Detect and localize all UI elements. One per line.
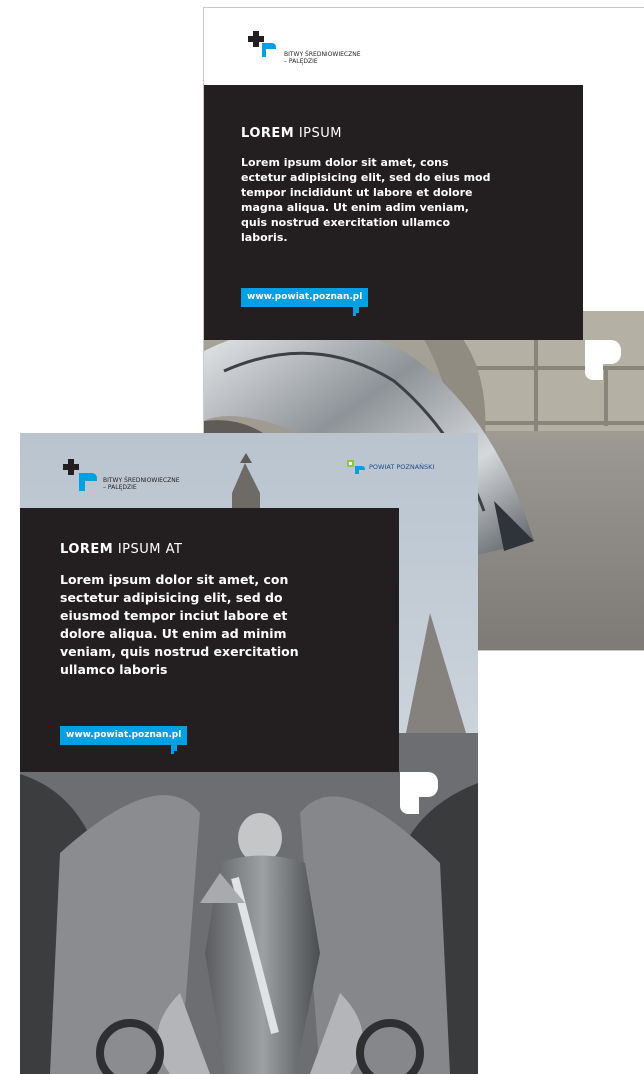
brand-line2: – PALĘDZIE xyxy=(103,484,137,491)
link-hook-stem xyxy=(353,311,356,316)
cross-icon xyxy=(248,31,264,47)
bracket-icon xyxy=(262,43,276,57)
brand-name: BITWY ŚREDNIOWIECZNE – PALĘDZIE xyxy=(284,51,361,65)
brand-line1: BITWY ŚREDNIOWIECZNE xyxy=(284,51,361,58)
poster-front: BITWY ŚREDNIOWIECZNE – PALĘDZIE POWIAT P… xyxy=(20,433,478,1074)
panel-heading: LOREM IPSUM AT xyxy=(60,542,399,557)
panel-body: Lorem ipsum dolor sit amet, con sectetur… xyxy=(60,572,299,677)
brand-logo xyxy=(63,459,97,491)
partner-name: POWIAT POZNAŃSKI xyxy=(369,463,435,471)
brand-line2: – PALĘDZIE xyxy=(284,58,318,65)
link-hook-stem xyxy=(171,749,174,754)
panel-body: Lorem ipsum dolor sit amet, cons ectetur… xyxy=(241,156,491,244)
cross-icon xyxy=(63,459,79,475)
brand-line1: BITWY ŚREDNIOWIECZNE xyxy=(103,477,180,484)
heading-light: IPSUM xyxy=(298,126,343,141)
website-link[interactable]: www.powiat.poznan.pl xyxy=(60,726,188,745)
heading-bold: LOREM xyxy=(60,542,114,557)
website-link[interactable]: www.powiat.poznan.pl xyxy=(241,288,369,307)
heading-light: IPSUM AT xyxy=(117,542,183,557)
brand-name: BITWY ŚREDNIOWIECZNE – PALĘDZIE xyxy=(103,477,180,491)
partner-logo-icon xyxy=(347,460,365,474)
bracket-icon xyxy=(79,473,97,491)
corner-mark-icon xyxy=(585,340,621,380)
panel-heading: LOREM IPSUM xyxy=(241,126,583,141)
corner-mark-icon xyxy=(400,772,438,814)
brand-logo xyxy=(248,31,276,57)
heading-bold: LOREM xyxy=(241,126,295,141)
